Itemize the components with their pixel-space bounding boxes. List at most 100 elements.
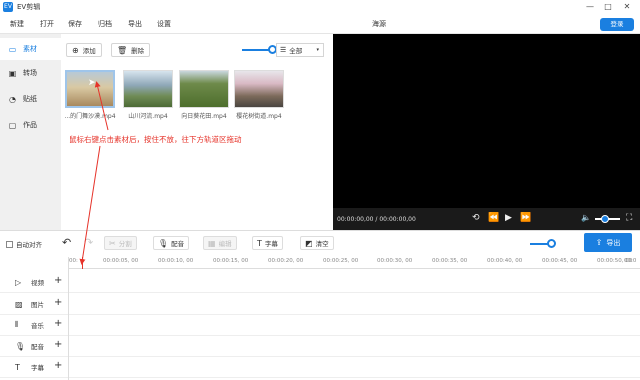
playhead[interactable] [82, 257, 83, 269]
cursor-icon: ➤ [88, 78, 96, 88]
sidebar-item-works[interactable]: ▢ 作品 [0, 114, 61, 136]
materials-panel: ⊕ 添加 🗑 删除 ☰ 全部 ▾ ➤ ...的门舞沙漠.mp4 山川河流.mp4… [61, 34, 333, 230]
clip-name: 樱花树街道.mp4 [236, 113, 282, 120]
sticker-icon: ◔ [9, 94, 16, 104]
clear-button[interactable]: ◩ 清空 [300, 236, 334, 250]
clip-name: 向日葵花田.mp4 [181, 113, 227, 120]
music-icon: ⫴ [15, 320, 19, 329]
clip-thumbnail[interactable]: ➤ [65, 70, 115, 108]
track-label: 配音 [31, 343, 44, 351]
ruler-tick: 00:00:35, 00 [432, 258, 468, 264]
auto-align-label: 自动对齐 [16, 241, 42, 249]
subtitle-label: 字幕 [264, 240, 278, 248]
volume-knob[interactable] [601, 215, 609, 223]
rewind-icon[interactable]: ⏪ [488, 213, 499, 223]
works-icon: ▢ [8, 120, 17, 130]
close-icon[interactable]: ✕ [621, 1, 633, 13]
sidebar: ▭ 素材 ▣ 转场 ◔ 贴纸 ▢ 作品 [0, 34, 61, 230]
add-music-track-icon[interactable]: + [54, 318, 62, 329]
track-area: ▷ 视频 + ▨ 图片 + ⫴ 音乐 + 🎙 配音 + T 字幕 + [0, 269, 640, 380]
list-icon: ☰ [280, 46, 287, 54]
microphone-icon: 🎙 [158, 238, 169, 248]
undo-icon[interactable]: ↶ [62, 236, 71, 249]
text-icon: T [257, 238, 262, 248]
clear-label: 清空 [315, 240, 329, 248]
track-dub[interactable]: 🎙 配音 + [0, 336, 640, 357]
track-header-divider [68, 257, 69, 380]
subtitle-button[interactable]: T 字幕 [252, 236, 283, 250]
clip-thumbnail[interactable] [179, 70, 229, 108]
ruler-tick: 00:00:15, 00 [213, 258, 249, 264]
delete-button[interactable]: 🗑 删除 [111, 43, 151, 57]
track-video[interactable]: ▷ 视频 + [0, 272, 640, 293]
login-button[interactable]: 登录 [600, 18, 634, 31]
clip-thumbnail[interactable] [123, 70, 173, 108]
sidebar-item-label: 转场 [23, 69, 37, 77]
filter-select[interactable]: ☰ 全部 ▾ [276, 43, 324, 57]
clip-name: 山川河流.mp4 [128, 113, 168, 120]
volume-icon[interactable]: 🔈 [581, 213, 591, 222]
auto-align-toggle[interactable]: 自动对齐 [6, 239, 42, 249]
ruler-tick: 00:00:25, 00 [323, 258, 359, 264]
add-video-track-icon[interactable]: + [54, 275, 62, 286]
clip-name: ...的门舞沙漠.mp4 [64, 113, 116, 120]
filter-value: 全部 [289, 47, 303, 55]
menu-item-export[interactable]: 导出 [128, 19, 142, 29]
minimize-icon[interactable]: — [584, 1, 596, 13]
ruler-tick: 00:00:30, 00 [377, 258, 413, 264]
chevron-down-icon: ▾ [316, 47, 319, 53]
plus-circle-icon: ⊕ [72, 45, 79, 55]
play-icon[interactable]: ▶ [505, 213, 512, 223]
ruler-tick: 00:00:20, 00 [268, 258, 304, 264]
track-label: 音乐 [31, 322, 44, 330]
redo-icon[interactable]: ↷ [84, 236, 93, 249]
replay-icon[interactable]: ⟲ [472, 213, 480, 223]
title-bar: EV EV剪辑 — □ ✕ [0, 0, 640, 14]
fast-forward-icon[interactable]: ⏩ [520, 213, 531, 223]
menu-item-settings[interactable]: 设置 [157, 19, 171, 29]
dub-button[interactable]: 🎙 配音 [153, 236, 190, 250]
delete-label: 删除 [131, 47, 145, 55]
sidebar-item-transitions[interactable]: ▣ 转场 [0, 62, 61, 84]
track-label: 图片 [31, 301, 44, 309]
clip-thumbnail[interactable] [234, 70, 284, 108]
track-image[interactable]: ▨ 图片 + [0, 294, 640, 315]
timecode: 00:00:00,00 / 00:00:00,00 [337, 216, 416, 223]
add-image-track-icon[interactable]: + [54, 297, 62, 308]
app-logo: EV [3, 2, 13, 12]
track-subtitle[interactable]: T 字幕 + [0, 357, 640, 378]
add-label: 添加 [82, 47, 96, 55]
sidebar-item-stickers[interactable]: ◔ 贴纸 [0, 88, 61, 110]
export-button[interactable]: ⇪ 导出 [584, 233, 632, 252]
split-label: 分割 [118, 240, 132, 248]
timeline-ruler[interactable]: 00: 00:00:05, 00 00:00:10, 00 00:00:15, … [68, 257, 640, 269]
ruler-tick: 00:00:40, 00 [487, 258, 523, 264]
text-icon: T [15, 362, 20, 372]
add-button[interactable]: ⊕ 添加 [66, 43, 102, 57]
player-controls: 00:00:00,00 / 00:00:00,00 ⟲ ⏪ ▶ ⏩ 🔈 ⛶ [333, 208, 640, 230]
menu-item-archive[interactable]: 归档 [98, 19, 112, 29]
fullscreen-icon[interactable]: ⛶ [626, 213, 632, 223]
maximize-icon[interactable]: □ [602, 1, 614, 13]
menu-item-new[interactable]: 新建 [10, 19, 24, 29]
drag-instruction-annotation: 鼠标右键点击素材后，按住不放，往下方轨道区拖动 [69, 135, 242, 144]
sidebar-item-label: 作品 [23, 121, 37, 129]
track-label: 字幕 [31, 364, 44, 372]
preview-player: 00:00:00,00 / 00:00:00,00 ⟲ ⏪ ▶ ⏩ 🔈 ⛶ [333, 34, 640, 230]
sidebar-item-materials[interactable]: ▭ 素材 [0, 38, 61, 60]
add-subtitle-track-icon[interactable]: + [54, 360, 62, 371]
track-music[interactable]: ⫴ 音乐 + [0, 315, 640, 336]
edit-button[interactable]: ▦ 编辑 [203, 236, 237, 250]
menu-item-open[interactable]: 打开 [40, 19, 54, 29]
project-name: 海源 [372, 20, 386, 28]
menu-bar: 新建 打开 保存 归档 导出 设置 海源 登录 [0, 14, 640, 34]
checkbox[interactable] [6, 240, 13, 248]
ruler-tick: 00:00:05, 00 [103, 258, 139, 264]
timeline-zoom-knob[interactable] [547, 239, 556, 248]
track-label: 视频 [31, 279, 44, 287]
split-button[interactable]: ✂ 分割 [104, 236, 137, 250]
export-label: 导出 [606, 238, 621, 247]
add-dub-track-icon[interactable]: + [54, 339, 62, 350]
menu-item-save[interactable]: 保存 [68, 19, 82, 29]
app-title: EV剪辑 [17, 3, 41, 11]
